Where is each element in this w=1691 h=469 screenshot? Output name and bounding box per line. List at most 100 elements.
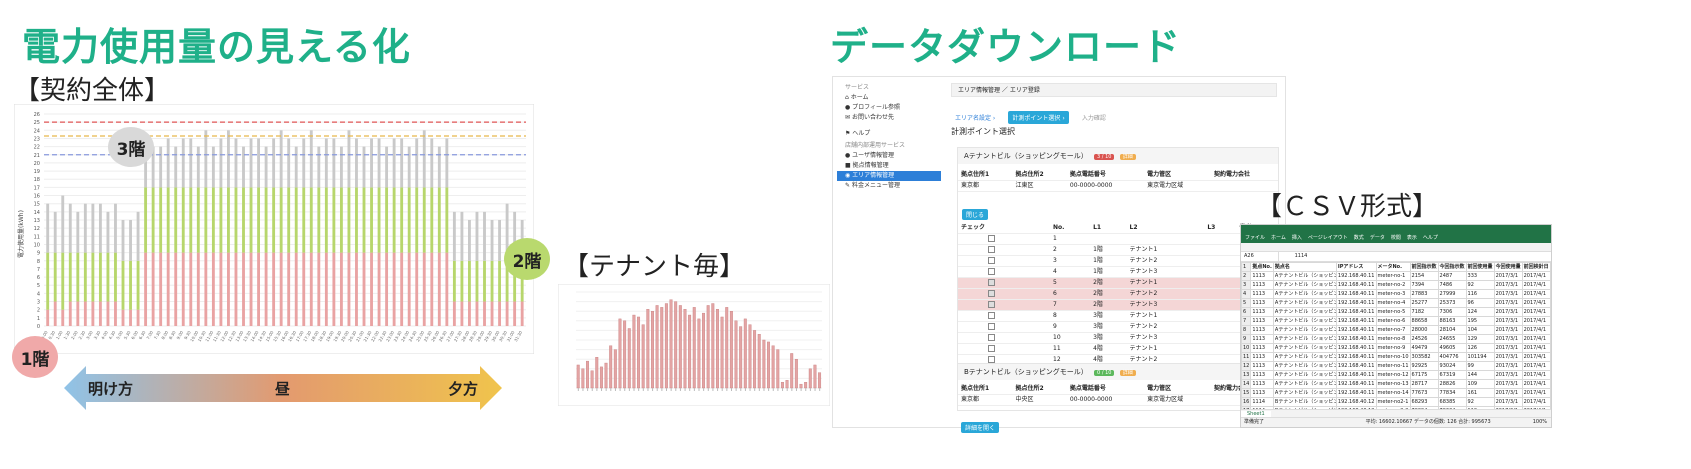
excel-ribbon-tab[interactable]: 表示 — [1407, 235, 1417, 241]
excel-cell[interactable]: meter-no-7 — [1375, 325, 1411, 335]
excel-cell[interactable]: meter-no-8 — [1375, 334, 1411, 344]
excel-cell[interactable]: 2017/4/1 — [1521, 388, 1551, 398]
excel-cell[interactable]: 7306 — [1437, 307, 1467, 317]
excel-cell[interactable]: meter-no-10 — [1375, 352, 1411, 362]
row-checkbox[interactable] — [988, 279, 995, 286]
excel-cell[interactable]: 2154 — [1409, 271, 1439, 281]
excel-cell[interactable]: 7394 — [1409, 280, 1439, 290]
excel-cell[interactable]: 1113 — [1250, 271, 1274, 281]
excel-cell[interactable]: 27883 — [1409, 289, 1439, 299]
tab-area-name[interactable]: エリア名設定 › — [951, 111, 999, 124]
excel-cell[interactable]: 2017/3/1 — [1493, 316, 1523, 326]
excel-cell[interactable]: 2017/4/1 — [1521, 280, 1551, 290]
table-row[interactable]: 10 3階 テナント3 — [958, 332, 1278, 344]
excel-cell[interactable]: 1113 — [1250, 334, 1274, 344]
row-checkbox-cell[interactable] — [958, 255, 1050, 267]
excel-cell[interactable]: 2017/4/1 — [1521, 352, 1551, 362]
excel-cell[interactable]: 2017/3/1 — [1493, 361, 1523, 371]
excel-cell[interactable]: 192.168.40.11 — [1335, 307, 1377, 317]
excel-cell[interactable]: 2017/3/1 — [1493, 271, 1523, 281]
excel-cell[interactable]: 2017/3/1 — [1493, 397, 1523, 407]
row-checkbox-cell[interactable] — [958, 266, 1050, 278]
excel-cell[interactable]: 333 — [1465, 271, 1495, 281]
sidebar-item-users[interactable]: ● ユーザ情報管理 — [837, 151, 941, 161]
row-checkbox[interactable] — [988, 257, 995, 264]
excel-ribbon-tab[interactable]: 挿入 — [1292, 235, 1302, 241]
excel-cell[interactable]: 2017/4/1 — [1521, 271, 1551, 281]
excel-cell[interactable]: 28000 — [1409, 325, 1439, 335]
row-checkbox-cell[interactable] — [958, 343, 1050, 355]
excel-header-cell[interactable]: メータNo. — [1375, 262, 1411, 272]
excel-cell[interactable]: 124 — [1465, 307, 1495, 317]
excel-header-cell[interactable]: 今回指示数 — [1437, 262, 1467, 272]
excel-cell[interactable]: 2017/3/1 — [1493, 343, 1523, 353]
excel-cell[interactable]: 93024 — [1437, 361, 1467, 371]
excel-cell[interactable]: 2017/3/1 — [1493, 334, 1523, 344]
excel-cell[interactable]: 1113 — [1250, 388, 1274, 398]
excel-cell[interactable]: 2017/4/1 — [1521, 370, 1551, 380]
excel-cell[interactable]: 192.168.40.11 — [1335, 334, 1377, 344]
excel-cell[interactable]: 7182 — [1409, 307, 1439, 317]
building-a-detail-button[interactable]: 詳細 — [1119, 154, 1136, 160]
table-row[interactable]: 3 1階 テナント2 — [958, 255, 1278, 267]
sidebar-item-pricing[interactable]: ✎ 料金メニュー管理 — [837, 181, 941, 191]
table-row[interactable]: 4 1階 テナント3 — [958, 266, 1278, 278]
excel-ribbon-tab[interactable]: ヘルプ — [1423, 235, 1438, 241]
excel-cell[interactable]: 192.168.40.11 — [1335, 352, 1377, 362]
table-row[interactable]: 7 2階 テナント3 — [958, 299, 1278, 311]
sidebar-item-areas[interactable]: ◉ エリア情報管理 — [837, 171, 941, 181]
excel-cell[interactable]: 2017/4/1 — [1521, 379, 1551, 389]
excel-cell[interactable]: meter-no-3 — [1375, 289, 1411, 299]
excel-formula-value[interactable]: 1114 — [1281, 253, 1308, 259]
excel-cell[interactable]: 92 — [1465, 397, 1495, 407]
excel-header-cell[interactable]: 前回使用量 — [1465, 262, 1495, 272]
excel-cell[interactable]: 192.168.40.11 — [1335, 271, 1377, 281]
excel-cell[interactable]: 28717 — [1409, 379, 1439, 389]
excel-cell[interactable]: 192.168.40.12 — [1335, 397, 1377, 407]
excel-cell[interactable]: 192.168.40.11 — [1335, 343, 1377, 353]
excel-cell[interactable]: 2017/3/1 — [1493, 388, 1523, 398]
excel-cell[interactable]: meter-no-13 — [1375, 379, 1411, 389]
excel-cell[interactable]: meter-no-5 — [1375, 307, 1411, 317]
excel-cell[interactable]: 2017/4/1 — [1521, 397, 1551, 407]
row-checkbox-cell[interactable] — [958, 244, 1050, 256]
excel-cell[interactable]: meter-no-11 — [1375, 361, 1411, 371]
excel-cell[interactable]: 77673 — [1409, 388, 1439, 398]
row-checkbox[interactable] — [988, 301, 995, 308]
excel-cell[interactable]: meter-no-4 — [1375, 298, 1411, 308]
excel-cell[interactable]: 77834 — [1437, 388, 1467, 398]
sidebar-item-sites[interactable]: ■ 拠点情報管理 — [837, 161, 941, 171]
excel-cell[interactable]: Aテナントビル（ショッピングモール） — [1272, 271, 1337, 281]
row-checkbox-cell[interactable] — [958, 233, 1050, 245]
table-row[interactable]: 2 1階 テナント1 — [958, 244, 1278, 256]
excel-cell[interactable]: 1113 — [1250, 280, 1274, 290]
excel-cell[interactable]: Aテナントビル（ショッピングモール） — [1272, 361, 1337, 371]
excel-cell[interactable]: 2017/3/1 — [1493, 307, 1523, 317]
excel-cell[interactable]: 67175 — [1409, 370, 1439, 380]
excel-cell[interactable]: 1113 — [1250, 307, 1274, 317]
row-checkbox[interactable] — [988, 290, 995, 297]
excel-cell[interactable]: 126 — [1465, 343, 1495, 353]
row-checkbox[interactable] — [988, 312, 995, 319]
excel-cell[interactable]: 192.168.40.11 — [1335, 361, 1377, 371]
excel-cell[interactable]: 192.168.40.11 — [1335, 280, 1377, 290]
excel-cell[interactable]: 2017/3/1 — [1493, 379, 1523, 389]
excel-cell[interactable]: 67319 — [1437, 370, 1467, 380]
row-checkbox-cell[interactable] — [958, 288, 1050, 300]
excel-cell[interactable]: 2017/3/1 — [1493, 298, 1523, 308]
table-row[interactable]: 11 4階 テナント1 — [958, 343, 1278, 355]
excel-cell[interactable]: 144 — [1465, 370, 1495, 380]
excel-cell[interactable]: 2017/4/1 — [1521, 289, 1551, 299]
excel-cell[interactable]: 2017/4/1 — [1521, 325, 1551, 335]
building-b-detail-button[interactable]: 詳細 — [1119, 370, 1136, 376]
row-checkbox[interactable] — [988, 268, 995, 275]
row-checkbox-cell[interactable] — [958, 332, 1050, 344]
tab-point-select[interactable]: 計測ポイント選択 › — [1008, 111, 1069, 124]
excel-cell[interactable]: 1113 — [1250, 289, 1274, 299]
excel-cell[interactable]: 104 — [1465, 325, 1495, 335]
excel-cell[interactable]: 2017/3/1 — [1493, 289, 1523, 299]
excel-cell[interactable]: 404776 — [1437, 352, 1467, 362]
row-checkbox[interactable] — [988, 235, 995, 242]
excel-cell[interactable]: 99 — [1465, 361, 1495, 371]
excel-cell[interactable]: 303582 — [1409, 352, 1439, 362]
